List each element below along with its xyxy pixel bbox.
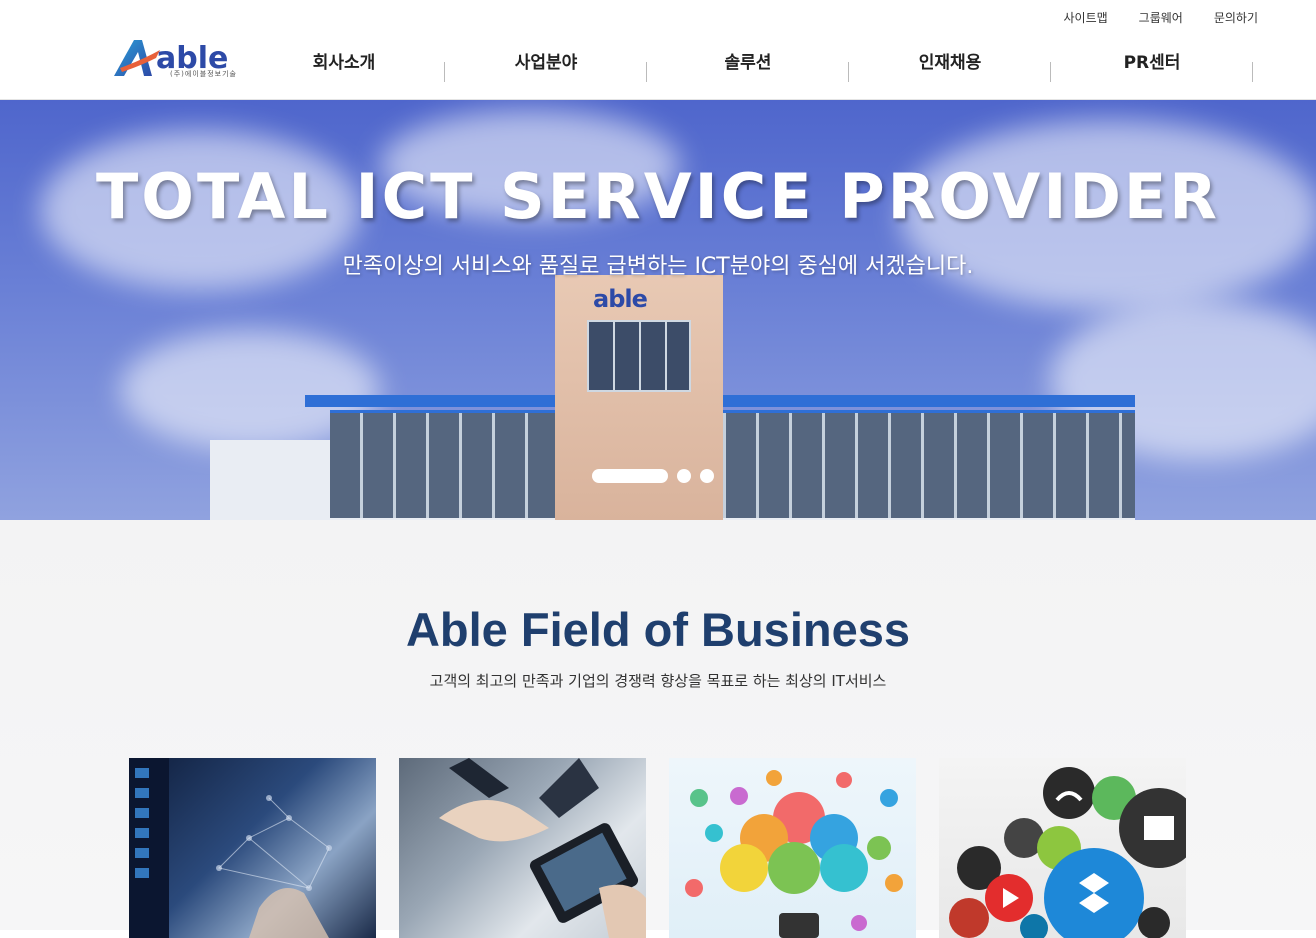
handshake-tablet-image — [439, 758, 646, 938]
nav-item-company[interactable]: 회사소개 — [243, 44, 445, 82]
global-network-image — [129, 758, 332, 938]
nav-item-business[interactable]: 사업분야 — [445, 44, 647, 82]
utility-links: 사이트맵 그룹웨어 문의하기 — [1063, 9, 1258, 26]
contact-link[interactable]: 문의하기 — [1214, 9, 1258, 26]
section-subtitle: 고객의 최고의 만족과 기업의 경쟁력 향상을 목표로 하는 최상의 IT서비스 — [429, 672, 887, 690]
sitemap-link[interactable]: 사이트맵 — [1063, 9, 1107, 26]
nav-item-solution[interactable]: 솔루션 — [647, 44, 849, 82]
slide-dot-3[interactable] — [700, 469, 714, 483]
company-logo[interactable]: able (주)에이블정보기술 — [112, 38, 247, 80]
hero-title: TOTAL ICT SERVICE PROVIDER — [95, 160, 1221, 233]
building-tower: able — [555, 275, 723, 520]
business-card-network[interactable] — [129, 758, 376, 938]
hero-subtitle: 만족이상의 서비스와 품질로 급변하는 ICT분야의 중심에 서겠습니다. — [342, 254, 974, 279]
nav-item-recruit[interactable]: 인재채용 — [849, 44, 1051, 82]
business-card-partnership[interactable] — [399, 758, 646, 938]
business-section: Able Field of Business 고객의 최고의 만족과 기업의 경… — [0, 520, 1316, 938]
slide-dot-2[interactable] — [677, 469, 691, 483]
slider-pagination — [592, 469, 714, 483]
building-sign: able — [593, 285, 648, 313]
hero-banner: able TOTAL ICT SERVICE PROVIDER 만족이상의 서비… — [0, 100, 1316, 520]
site-header: 사이트맵 그룹웨어 문의하기 able (주)에이블정보기술 회사소개 사업분야… — [0, 0, 1316, 100]
cloud-icons-image — [685, 770, 903, 938]
tower-windows — [587, 320, 691, 392]
app-icons-image — [949, 767, 1186, 938]
slide-dot-1[interactable] — [592, 469, 668, 483]
business-card-apps[interactable] — [939, 758, 1186, 938]
building-windows — [330, 410, 1135, 518]
groupware-link[interactable]: 그룹웨어 — [1139, 9, 1183, 26]
section-title: Able Field of Business — [405, 603, 911, 656]
nav-item-pr[interactable]: PR센터 — [1051, 44, 1253, 82]
business-card-cloud[interactable] — [669, 758, 916, 938]
logo-subtitle: (주)에이블정보기술 — [170, 70, 237, 78]
business-cards — [129, 758, 1186, 938]
main-nav: 회사소개 사업분야 솔루션 인재채용 PR센터 — [243, 44, 1253, 82]
